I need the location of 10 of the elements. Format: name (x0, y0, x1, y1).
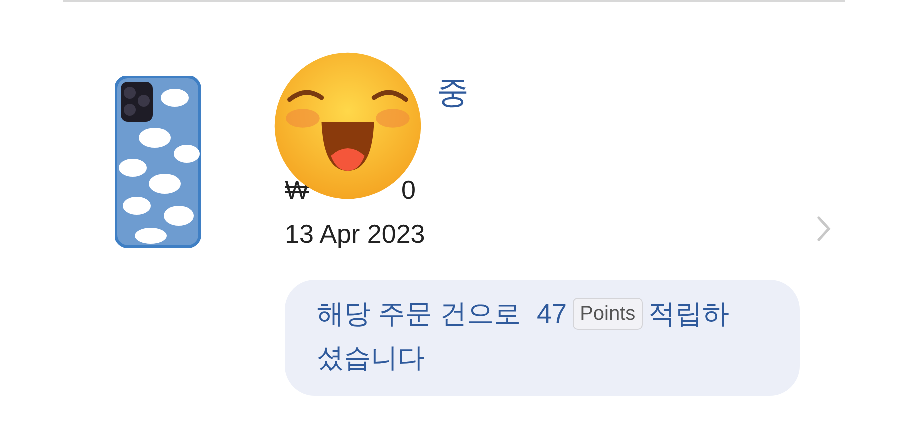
order-date: 13 Apr 2023 (285, 218, 426, 250)
chevron-right-icon[interactable] (817, 216, 831, 242)
notice-text: 셨습니다 (317, 342, 425, 375)
order-status: 중 (437, 74, 470, 110)
points-badge: Points (573, 298, 643, 330)
notice-text: 적립하 (648, 299, 730, 329)
smiley-emoji-icon (273, 51, 423, 201)
points-amount: 47 (537, 299, 568, 329)
price-text: 0 (402, 174, 416, 206)
notice-text: 해당 주문 건으로 (317, 299, 522, 329)
